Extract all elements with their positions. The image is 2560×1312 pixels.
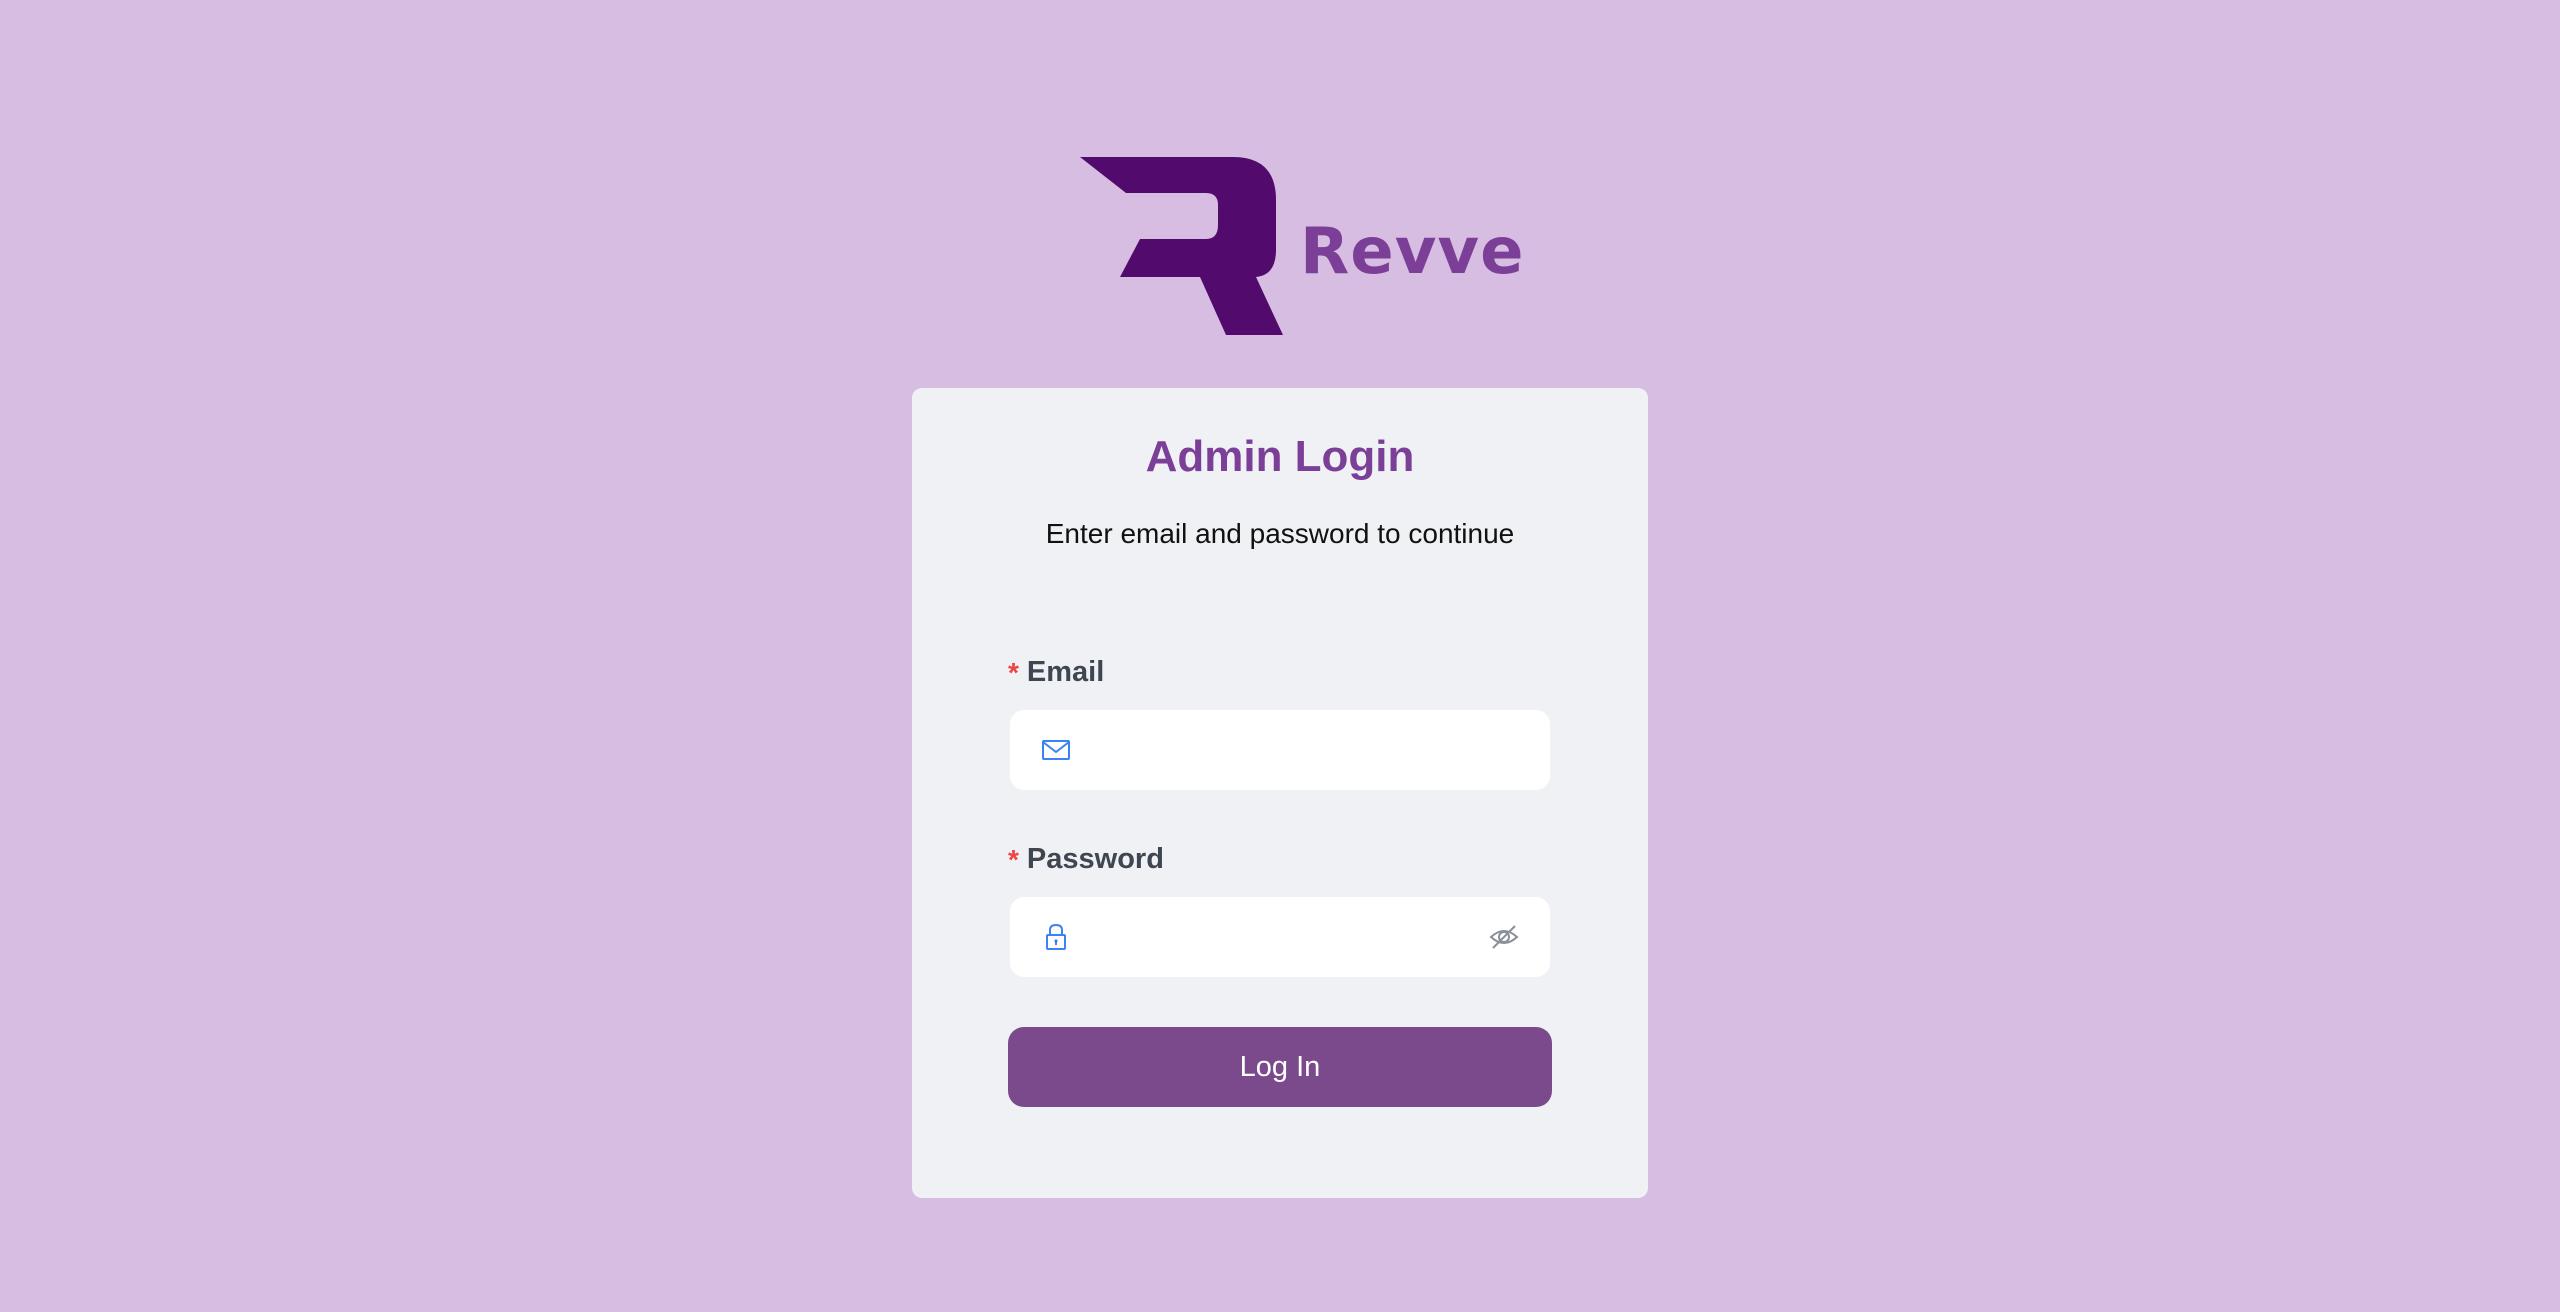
email-field-container[interactable] <box>1010 710 1550 792</box>
brand-name: Revve <box>1300 215 1525 289</box>
page-title: Admin Login <box>1145 432 1415 481</box>
password-field[interactable] <box>1084 897 1480 979</box>
eye-off-icon[interactable] <box>1488 921 1520 953</box>
revve-logo-mark <box>1080 157 1283 335</box>
lock-icon <box>1046 923 1066 950</box>
email-field[interactable] <box>1084 710 1480 792</box>
login-page: Revve Admin Login Enter email and passwo… <box>0 0 2560 1312</box>
email-label: * Email <box>1008 656 1104 689</box>
email-label-text: Email <box>1026 656 1105 688</box>
login-button[interactable]: Log In <box>1008 1027 1552 1107</box>
password-label-text: Password <box>1026 843 1164 875</box>
required-marker: * <box>1008 656 1019 688</box>
page-subtitle: Enter email and password to continue <box>1045 518 1515 549</box>
password-label: * Password <box>1008 843 1164 876</box>
mail-icon <box>1042 740 1070 760</box>
password-field-container[interactable] <box>1010 897 1550 979</box>
required-marker: * <box>1008 843 1019 875</box>
brand-logo: Revve <box>1078 155 1525 335</box>
